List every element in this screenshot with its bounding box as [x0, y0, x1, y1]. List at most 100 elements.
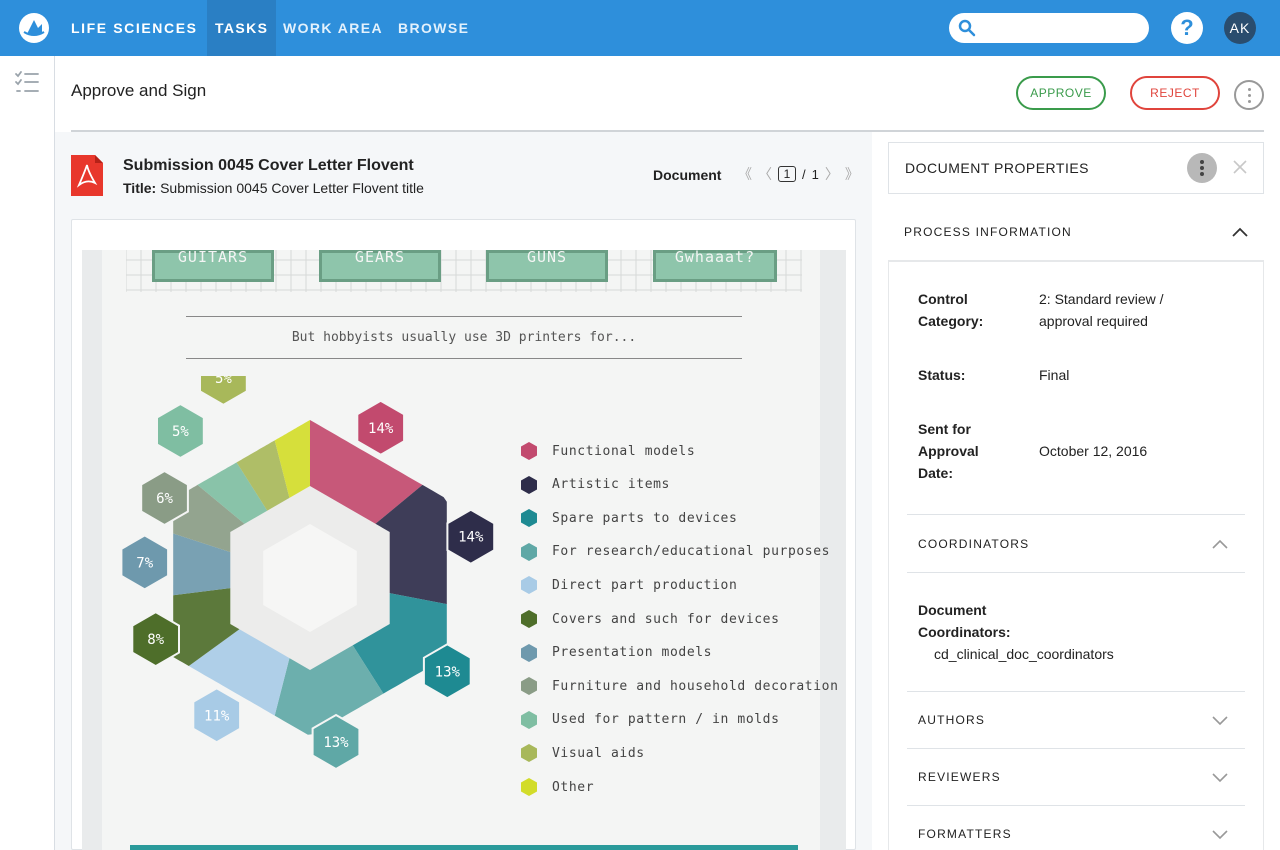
reject-button[interactable]: REJECT — [1130, 76, 1220, 110]
legend-item: Direct part production — [520, 575, 737, 595]
help-icon[interactable]: ? — [1171, 12, 1203, 44]
value-label: 5% — [172, 424, 189, 440]
legend-item: Furniture and household decoration — [520, 676, 839, 696]
top-box-gwhaaat: Gwhaaat? — [653, 250, 777, 282]
chevron-down-icon[interactable] — [1211, 714, 1229, 726]
divider — [907, 514, 1245, 515]
chevron-down-icon[interactable] — [1211, 828, 1229, 840]
value-label: 14% — [458, 530, 484, 546]
legend-label: Artistic items — [552, 477, 670, 493]
legend-label: Functional models — [552, 443, 696, 459]
chevron-down-icon[interactable] — [1211, 771, 1229, 783]
task-list-icon[interactable] — [14, 70, 40, 96]
top-box-gears: GEARS — [319, 250, 441, 282]
more-options-icon[interactable] — [1234, 80, 1264, 110]
legend-label: Spare parts to devices — [552, 510, 738, 526]
legend-swatch — [521, 610, 537, 628]
document-title-label: Title: — [123, 180, 157, 196]
brand-name: LIFE SCIENCES — [71, 20, 198, 36]
legend-swatch — [521, 778, 537, 796]
legend-label: Visual aids — [552, 745, 645, 761]
value-label: 8% — [147, 632, 164, 648]
user-avatar[interactable]: AK — [1224, 12, 1256, 44]
legend-label: Direct part production — [552, 577, 738, 593]
value-label: 7% — [136, 555, 153, 571]
legend-swatch — [521, 542, 537, 561]
legend-item: Visual aids — [520, 743, 645, 763]
last-page-icon[interactable]: 》 — [845, 164, 859, 184]
nav-tab-browse[interactable]: BROWSE — [390, 0, 477, 56]
chevron-up-icon[interactable] — [1211, 538, 1229, 550]
authors-header[interactable]: AUTHORS — [918, 713, 985, 727]
first-page-icon[interactable]: 《 — [738, 164, 752, 184]
top-box-guns: GUNS — [486, 250, 608, 282]
divider — [907, 691, 1245, 692]
legend-swatch — [521, 744, 537, 763]
legend-item: Functional models — [520, 441, 695, 461]
chevron-up-icon[interactable] — [1231, 226, 1249, 238]
value-label: 5% — [215, 376, 232, 387]
value-label: 13% — [323, 735, 349, 751]
legend-swatch — [521, 442, 537, 460]
legend-item: Presentation models — [520, 643, 712, 663]
value-label: 14% — [368, 421, 394, 437]
legend-swatch — [521, 710, 537, 729]
page-title: Approve and Sign — [71, 81, 207, 100]
next-page-icon[interactable]: 〉 — [825, 164, 839, 184]
value-badge: 5% — [199, 376, 248, 407]
value-badge: 11% — [192, 687, 242, 744]
properties-body — [888, 262, 1264, 850]
divider — [907, 572, 1245, 573]
status-value: Final — [1039, 367, 1070, 383]
legend-item: For research/educational purposes — [520, 542, 830, 562]
value-badge: 14% — [446, 508, 496, 565]
legend-label: Presentation models — [552, 645, 713, 661]
current-page-input[interactable]: 1 — [778, 166, 796, 182]
properties-more-icon[interactable] — [1187, 153, 1217, 183]
infographic-subtitle: But hobbyists usually use 3D printers fo… — [291, 330, 637, 345]
legend-item: Used for pattern / in molds — [520, 710, 780, 730]
value-badge: 14% — [356, 399, 406, 456]
prev-page-icon[interactable]: 〈 — [758, 164, 772, 184]
control-category-label: Control Category: — [918, 291, 984, 329]
document-coordinators-value: cd_clinical_doc_coordinators — [934, 646, 1114, 662]
top-box-guitars: GUITARS — [152, 250, 274, 282]
reviewers-header[interactable]: REVIEWERS — [918, 770, 1001, 784]
value-badge: 7% — [120, 534, 170, 591]
legend-swatch — [521, 643, 537, 662]
app-logo-icon[interactable] — [18, 12, 50, 44]
legend-swatch — [521, 475, 537, 494]
divider — [907, 805, 1245, 806]
status-label: Status: — [918, 367, 966, 383]
sent-for-approval-label: Sent for Approval Date: — [918, 421, 979, 481]
legend-label: For research/educational purposes — [552, 544, 831, 560]
process-information-header[interactable]: PROCESS INFORMATION — [904, 225, 1072, 239]
value-badge: 8% — [131, 610, 180, 668]
page-bottom-bar — [130, 845, 798, 850]
value-label: 11% — [204, 708, 230, 724]
formatters-header[interactable]: FORMATTERS — [918, 827, 1012, 841]
page-separator: / — [802, 166, 806, 182]
left-rail — [0, 56, 55, 850]
document-pager: 《 〈 1 / 1 〉 》 — [738, 164, 859, 184]
divider — [907, 748, 1245, 749]
legend-label: Covers and such for devices — [552, 611, 780, 627]
document-coordinators-label: Document Coordinators: — [918, 602, 1011, 640]
legend-label: Furniture and household decoration — [552, 678, 839, 694]
legend-swatch — [521, 576, 537, 595]
approve-button[interactable]: APPROVE — [1016, 76, 1106, 110]
close-icon[interactable] — [1231, 158, 1249, 176]
pdf-file-icon — [71, 155, 103, 196]
legend-label: Other — [552, 779, 595, 795]
coordinators-header[interactable]: COORDINATORS — [918, 537, 1029, 551]
nav-tab-tasks[interactable]: TASKS — [207, 0, 277, 56]
legend-item: Artistic items — [520, 475, 670, 495]
pager-label: Document — [653, 167, 722, 183]
subtitle-rule-bottom — [186, 358, 742, 359]
control-category-value: 2: Standard review / approval required — [1039, 291, 1164, 329]
nav-tab-work-area[interactable]: WORK AREA — [275, 0, 391, 56]
sent-for-approval-value: October 12, 2016 — [1039, 443, 1148, 459]
legend-swatch — [521, 677, 537, 696]
legend-item: Other — [520, 777, 594, 797]
search-input[interactable] — [980, 15, 1140, 41]
